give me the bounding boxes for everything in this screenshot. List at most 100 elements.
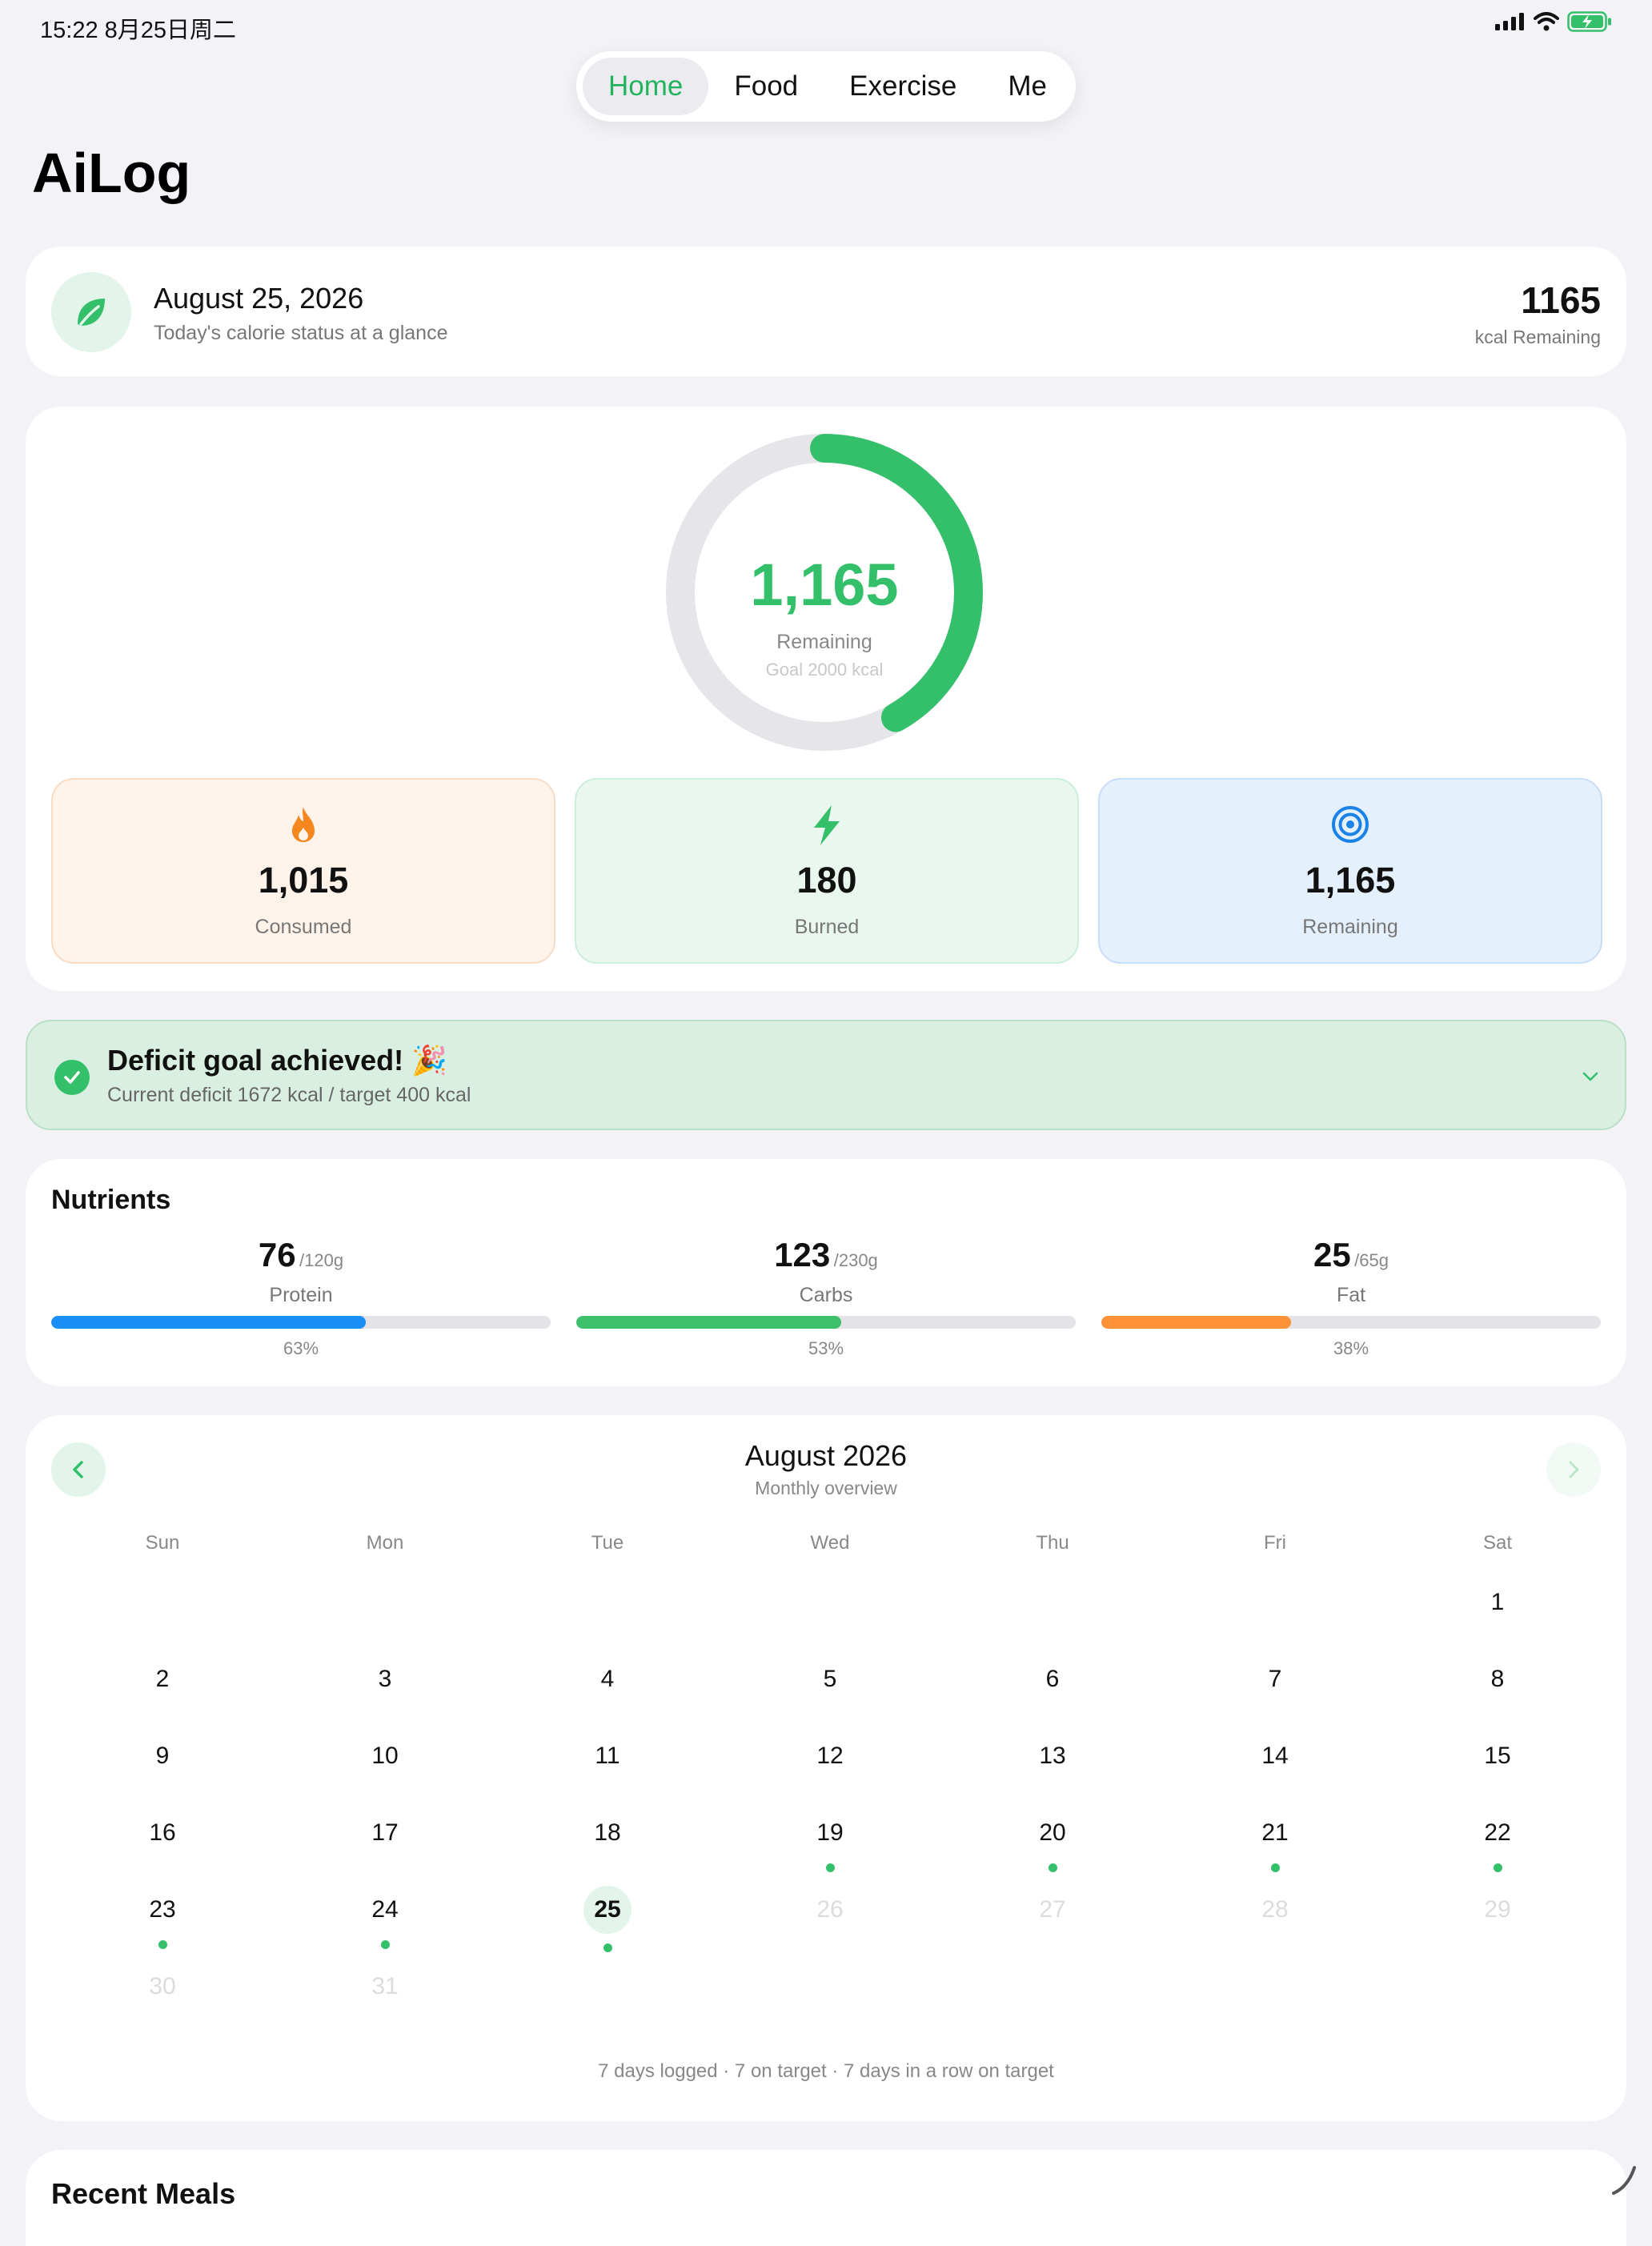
date-title: August 25, 2026	[154, 282, 364, 315]
calendar-day-4[interactable]: 4	[496, 1644, 719, 1721]
calendar-day-11[interactable]: 11	[496, 1721, 719, 1798]
calendar-day-6[interactable]: 6	[941, 1644, 1164, 1721]
protein-value: 76	[258, 1236, 296, 1273]
calendar-week-row: 23 24 25 26 27 28 29	[51, 1875, 1609, 1952]
status-icons	[1495, 11, 1612, 32]
carbs-label: Carbs	[799, 1284, 853, 1306]
calendar-day-23[interactable]: 23	[51, 1875, 274, 1951]
day-number: 3	[378, 1666, 392, 1692]
calendar-day-19[interactable]: 19	[719, 1798, 941, 1875]
fat-progress-bar	[1101, 1316, 1601, 1329]
calendar-day-21[interactable]: 21	[1164, 1798, 1386, 1875]
calendar-day-7[interactable]: 7	[1164, 1644, 1386, 1721]
calendar-day-13[interactable]: 13	[941, 1721, 1164, 1798]
day-number: 15	[1484, 1743, 1511, 1769]
calendar-day-20[interactable]: 20	[941, 1798, 1164, 1875]
fat-percent: 38%	[1333, 1338, 1369, 1358]
ring-remaining-value: 1,165	[750, 551, 899, 618]
nutrient-fat: 25 /65g Fat 38%	[1101, 1236, 1601, 1380]
logged-day-dot	[1494, 1863, 1502, 1872]
day-number: 17	[371, 1819, 399, 1846]
calendar-day-26: 26	[719, 1875, 941, 1951]
carbs-progress-fill	[576, 1316, 841, 1329]
day-number: 22	[1484, 1819, 1511, 1846]
ring-remaining-label: Remaining	[776, 631, 872, 653]
day-number: 28	[1261, 1896, 1289, 1923]
calendar-day-8[interactable]: 8	[1386, 1644, 1609, 1721]
calendar-day-25[interactable]: 25	[496, 1875, 719, 1952]
scroll-indicator-icon[interactable]	[1610, 2164, 1638, 2196]
calendar-day-2[interactable]: 2	[51, 1644, 274, 1721]
day-number: 18	[594, 1819, 621, 1846]
day-number: 8	[1490, 1666, 1505, 1692]
fat-progress-fill	[1101, 1316, 1292, 1329]
calendar-week-row: 30 31	[51, 1951, 1609, 2028]
weekday-wed: Wed	[810, 1532, 850, 1554]
calendar-day-12[interactable]: 12	[719, 1721, 941, 1798]
remaining-value: 1,165	[1305, 860, 1396, 900]
stat-burned: 180 Burned	[575, 778, 1079, 964]
chevron-down-icon[interactable]	[1578, 1065, 1602, 1089]
day-number: 21	[1261, 1819, 1289, 1846]
protein-target: /120g	[299, 1250, 344, 1270]
calendar-day-27: 27	[941, 1875, 1164, 1951]
day-number: 9	[155, 1743, 170, 1769]
calendar-empty-cell	[719, 1567, 941, 1644]
day-number: 26	[816, 1896, 844, 1923]
calorie-ring: 1,165 Remaining Goal 2000 kcal	[663, 431, 986, 754]
day-number: 23	[149, 1896, 176, 1923]
calendar-day-14[interactable]: 14	[1164, 1721, 1386, 1798]
logged-day-dot	[381, 1940, 390, 1949]
day-number: 30	[149, 1973, 176, 1999]
calendar-empty-cell	[941, 1567, 1164, 1644]
next-month-button[interactable]	[1546, 1442, 1601, 1497]
calendar-subtitle: Monthly overview	[755, 1478, 897, 1498]
calendar-summary: 7 days logged · 7 on target · 7 days in …	[598, 2060, 1054, 2082]
deficit-status-card[interactable]: Deficit goal achieved! 🎉 Current deficit…	[26, 1020, 1626, 1130]
tab-me[interactable]: Me	[982, 58, 1073, 115]
day-number: 11	[595, 1743, 620, 1769]
deficit-title: Deficit goal achieved! 🎉	[107, 1044, 447, 1077]
logged-day-dot	[1271, 1863, 1280, 1872]
tab-food[interactable]: Food	[708, 58, 824, 115]
calendar-day-1[interactable]: 1	[1386, 1567, 1609, 1644]
calendar-card: August 2026 Monthly overview Sun Mon Tue We…	[26, 1415, 1626, 2121]
status-time: 15:22 8月25日周二	[40, 18, 237, 43]
calendar-week-row: 9 10 11 12 13 14 15	[51, 1721, 1609, 1798]
calendar-day-15[interactable]: 15	[1386, 1721, 1609, 1798]
calendar-day-10[interactable]: 10	[274, 1721, 496, 1798]
day-number: 10	[371, 1743, 399, 1769]
tab-home[interactable]: Home	[583, 58, 709, 115]
kcal-remaining-label: kcal Remaining	[1474, 327, 1601, 347]
check-circle-icon	[54, 1060, 90, 1095]
logged-day-dot	[158, 1940, 167, 1949]
status-bar: 15:22 8月25日周二	[0, 0, 1652, 51]
calendar-empty-cell	[51, 1567, 274, 1644]
weekday-thu: Thu	[1036, 1532, 1069, 1554]
calendar-day-3[interactable]: 3	[274, 1644, 496, 1721]
weekday-sun: Sun	[145, 1532, 180, 1554]
calendar-day-9[interactable]: 9	[51, 1721, 274, 1798]
nutrient-protein: 76 /120g Protein 63%	[51, 1236, 551, 1380]
calendar-day-22[interactable]: 22	[1386, 1798, 1609, 1875]
day-number: 19	[816, 1819, 844, 1846]
battery-charging-icon	[1567, 11, 1611, 32]
tab-exercise[interactable]: Exercise	[824, 58, 982, 115]
calendar-day-29: 29	[1386, 1875, 1609, 1951]
calendar-day-17[interactable]: 17	[274, 1798, 496, 1875]
calendar-day-18[interactable]: 18	[496, 1798, 719, 1875]
wifi-icon	[1534, 12, 1559, 31]
stat-consumed: 1,015 Consumed	[51, 778, 555, 964]
day-number: 7	[1268, 1666, 1282, 1692]
weekday-sat: Sat	[1482, 1532, 1513, 1554]
calendar-day-5[interactable]: 5	[719, 1644, 941, 1721]
calendar-empty-cell	[274, 1567, 496, 1644]
day-number: 4	[600, 1666, 615, 1692]
burned-value: 180	[796, 860, 857, 900]
weekday-tue: Tue	[591, 1532, 624, 1554]
calendar-empty-cell	[1386, 1951, 1609, 2028]
calendar-day-24[interactable]: 24	[274, 1875, 496, 1951]
calendar-day-16[interactable]: 16	[51, 1798, 274, 1875]
calendar-empty-cell	[941, 1951, 1164, 2028]
protein-label: Protein	[269, 1284, 333, 1306]
